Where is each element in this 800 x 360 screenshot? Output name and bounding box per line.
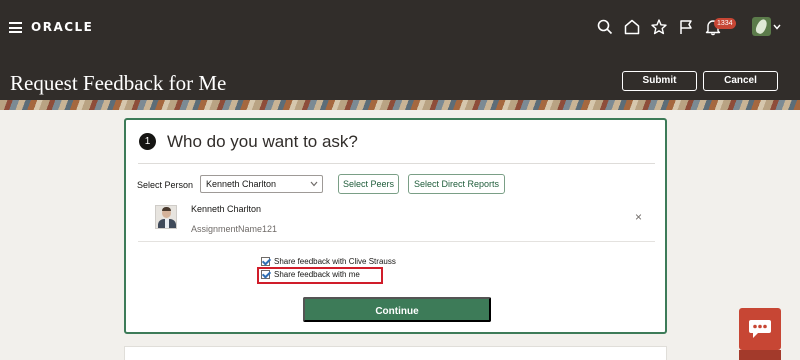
select-person-dropdown[interactable]: Kenneth Charlton xyxy=(200,175,323,193)
global-header: ORACLE 1334 Request Feedback for Me Subm… xyxy=(0,0,800,100)
checkbox-checked-icon[interactable] xyxy=(261,257,270,266)
search-icon[interactable] xyxy=(596,18,614,36)
person-avatar xyxy=(155,205,177,229)
selected-person-row: Kenneth Charlton AssignmentName121 × xyxy=(138,200,655,240)
divider xyxy=(138,163,655,164)
person-assignment: AssignmentName121 xyxy=(191,224,278,234)
person-name: Kenneth Charlton xyxy=(191,204,262,214)
page-title: Request Feedback for Me xyxy=(10,71,227,95)
star-icon[interactable] xyxy=(650,18,668,36)
oracle-logo[interactable]: ORACLE xyxy=(31,20,93,34)
chevron-down-icon[interactable] xyxy=(773,24,781,30)
select-person-label: Select Person xyxy=(137,180,194,190)
select-direct-reports-button[interactable]: Select Direct Reports xyxy=(408,174,505,194)
chat-button-base xyxy=(739,350,781,360)
continue-button[interactable]: Continue xyxy=(303,297,491,322)
step-heading: Who do you want to ask? xyxy=(167,132,358,151)
highlight-box xyxy=(257,267,383,284)
select-person-value: Kenneth Charlton xyxy=(206,179,277,189)
share-with-manager-checkbox[interactable]: Share feedback with Clive Strauss xyxy=(261,257,396,266)
who-to-ask-card: 1 Who do you want to ask? Select Person … xyxy=(124,118,667,334)
chat-icon xyxy=(749,320,771,338)
hamburger-icon[interactable] xyxy=(9,22,22,33)
cancel-button[interactable]: Cancel xyxy=(703,71,778,91)
notification-badge: 1334 xyxy=(714,18,736,29)
decorative-banner xyxy=(0,100,800,110)
submit-button[interactable]: Submit xyxy=(622,71,697,91)
divider xyxy=(138,241,655,242)
chat-button[interactable] xyxy=(739,308,781,350)
step-number: 1 xyxy=(139,133,156,150)
chevron-down-icon xyxy=(310,181,318,187)
next-step-card xyxy=(124,346,667,360)
flag-icon[interactable] xyxy=(677,18,695,36)
close-icon[interactable]: × xyxy=(635,210,642,224)
select-peers-button[interactable]: Select Peers xyxy=(338,174,399,194)
home-icon[interactable] xyxy=(623,18,641,36)
user-avatar[interactable] xyxy=(752,17,771,36)
checkbox-label: Share feedback with Clive Strauss xyxy=(274,257,396,266)
